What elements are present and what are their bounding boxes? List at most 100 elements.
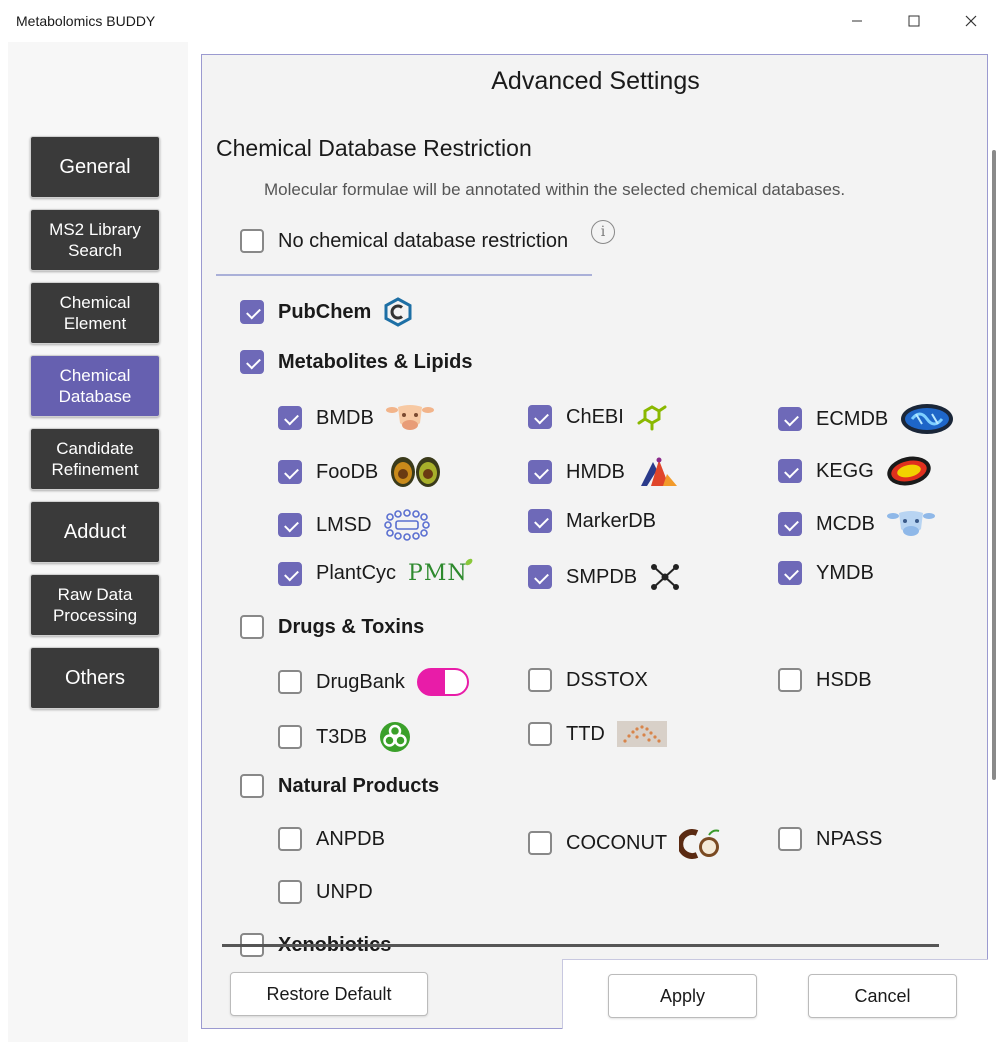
metabolites-lipids-option[interactable]: Metabolites & Lipids [240,350,472,374]
npass-option[interactable]: NPASS [778,827,882,851]
plantcyc-label: PlantCyc [316,562,397,584]
cow-blue-logo-icon [886,509,935,539]
nav-raw-data-processing-button[interactable]: Raw Data Processing [30,574,160,636]
ttd-option[interactable]: TTD [528,721,667,747]
sidebar-edge [0,42,8,1042]
lmsd-label: LMSD [316,513,372,536]
unpd-checkbox[interactable] [278,880,302,904]
maximize-icon [908,15,920,27]
chebi-option[interactable]: ChEBI [528,403,668,431]
kegg-checkbox[interactable] [778,459,802,483]
hsdb-checkbox[interactable] [778,668,802,692]
natural-products-option[interactable]: Natural Products [240,774,439,798]
ecmdb-logo-icon [900,403,954,435]
hmdb-option[interactable]: HMDB [528,456,681,488]
smpdb-checkbox[interactable] [528,565,552,589]
npass-checkbox[interactable] [778,827,802,851]
anpdb-option[interactable]: ANPDB [278,827,385,851]
vertical-scrollbar[interactable] [992,150,996,780]
ymdb-option[interactable]: YMDB [778,561,874,585]
lmsd-checkbox[interactable] [278,513,302,537]
restore-default-button[interactable]: Restore Default [230,972,428,1016]
pubchem-checkbox[interactable] [240,300,264,324]
apply-button[interactable]: Apply [608,974,757,1018]
mcdb-checkbox[interactable] [778,512,802,536]
drugs-toxins-option[interactable]: Drugs & Toxins [240,615,424,639]
dsstox-option[interactable]: DSSTOX [528,668,648,692]
pmn-logo-text: PMN [408,561,468,586]
plantcyc-option[interactable]: PlantCyc PMN [278,558,473,586]
mcdb-option[interactable]: MCDB [778,509,935,539]
title-bar: Metabolomics BUDDY [0,0,1002,42]
natural-products-label: Natural Products [278,774,440,797]
plantcyc-checkbox[interactable] [278,561,302,586]
metabolites-lipids-checkbox[interactable] [240,350,264,374]
nav-ms2-library-search-button[interactable]: MS2 Library Search [30,209,160,271]
ecmdb-label: ECMDB [816,407,889,430]
t3db-option[interactable]: T3DB [278,721,411,753]
no-restriction-option[interactable]: No chemical database restriction [240,229,568,253]
coconut-option[interactable]: COCONUT [528,827,723,859]
hsdb-label: HSDB [816,668,872,691]
pubchem-label: PubChem [278,300,372,323]
drugs-toxins-label: Drugs & Toxins [278,615,425,638]
nav-candidate-refinement-button[interactable]: Candidate Refinement [30,428,160,490]
markerdb-option[interactable]: MarkerDB [528,509,656,533]
nav-adduct-button[interactable]: Adduct [30,501,160,563]
maximize-button[interactable] [891,0,937,42]
hsdb-option[interactable]: HSDB [778,668,872,692]
nav-chemical-element-label: Chemical Element [59,293,131,333]
t3db-label: T3DB [316,725,368,748]
avocado-logo-icon [390,456,442,488]
foodb-checkbox[interactable] [278,460,302,484]
npass-label: NPASS [816,827,883,850]
drugbank-checkbox[interactable] [278,670,302,694]
ecmdb-checkbox[interactable] [778,407,802,431]
t3db-checkbox[interactable] [278,725,302,749]
nav-others-button[interactable]: Others [30,647,160,709]
kegg-option[interactable]: KEGG [778,456,932,486]
info-icon[interactable]: i [591,220,615,244]
bmdb-checkbox[interactable] [278,406,302,430]
nav-raw-data-processing-label: Raw Data Processing [52,585,138,625]
pubchem-option[interactable]: PubChem [240,297,413,327]
nav-chemical-database-button[interactable]: Chemical Database [30,355,160,417]
close-button[interactable] [948,0,994,42]
chebi-checkbox[interactable] [528,405,552,429]
ecmdb-option[interactable]: ECMDB [778,403,954,435]
section-description: Molecular formulae will be annotated wit… [264,180,846,199]
footer-right: Apply Cancel [562,959,988,1029]
no-restriction-checkbox[interactable] [240,229,264,253]
anpdb-checkbox[interactable] [278,827,302,851]
ttd-checkbox[interactable] [528,722,552,746]
bmdb-option[interactable]: BMDB [278,403,434,433]
coconut-checkbox[interactable] [528,831,552,855]
nav-chemical-element-button[interactable]: Chemical Element [30,282,160,344]
markerdb-label: MarkerDB [566,509,657,532]
dsstox-checkbox[interactable] [528,668,552,692]
cancel-button[interactable]: Cancel [808,974,957,1018]
minimize-button[interactable] [834,0,880,42]
drugbank-option[interactable]: DrugBank [278,668,469,696]
coconut-logo-icon [679,827,723,859]
unpd-option[interactable]: UNPD [278,880,373,904]
lmsd-option[interactable]: LMSD [278,509,430,541]
drugs-toxins-checkbox[interactable] [240,615,264,639]
hmdb-checkbox[interactable] [528,460,552,484]
kegg-logo-icon [886,456,932,486]
natural-products-checkbox[interactable] [240,774,264,798]
foodb-option[interactable]: FooDB [278,456,442,488]
nav-ms2-library-search-label: MS2 Library Search [49,220,141,260]
unpd-label: UNPD [316,880,373,903]
chebi-label: ChEBI [566,405,624,428]
markerdb-checkbox[interactable] [528,509,552,533]
lipid-bilayer-logo-icon [383,509,430,541]
panel-title: Advanced Settings [491,67,700,95]
pmn-logo-icon: PMN [408,558,473,586]
horizontal-scrollbar[interactable] [222,944,939,947]
smpdb-option[interactable]: SMPDB [528,561,681,593]
nav-general-button[interactable]: General [30,136,160,198]
metabolites-lipids-label: Metabolites & Lipids [278,350,473,373]
ymdb-checkbox[interactable] [778,561,802,585]
hmdb-logo-icon [637,456,681,488]
